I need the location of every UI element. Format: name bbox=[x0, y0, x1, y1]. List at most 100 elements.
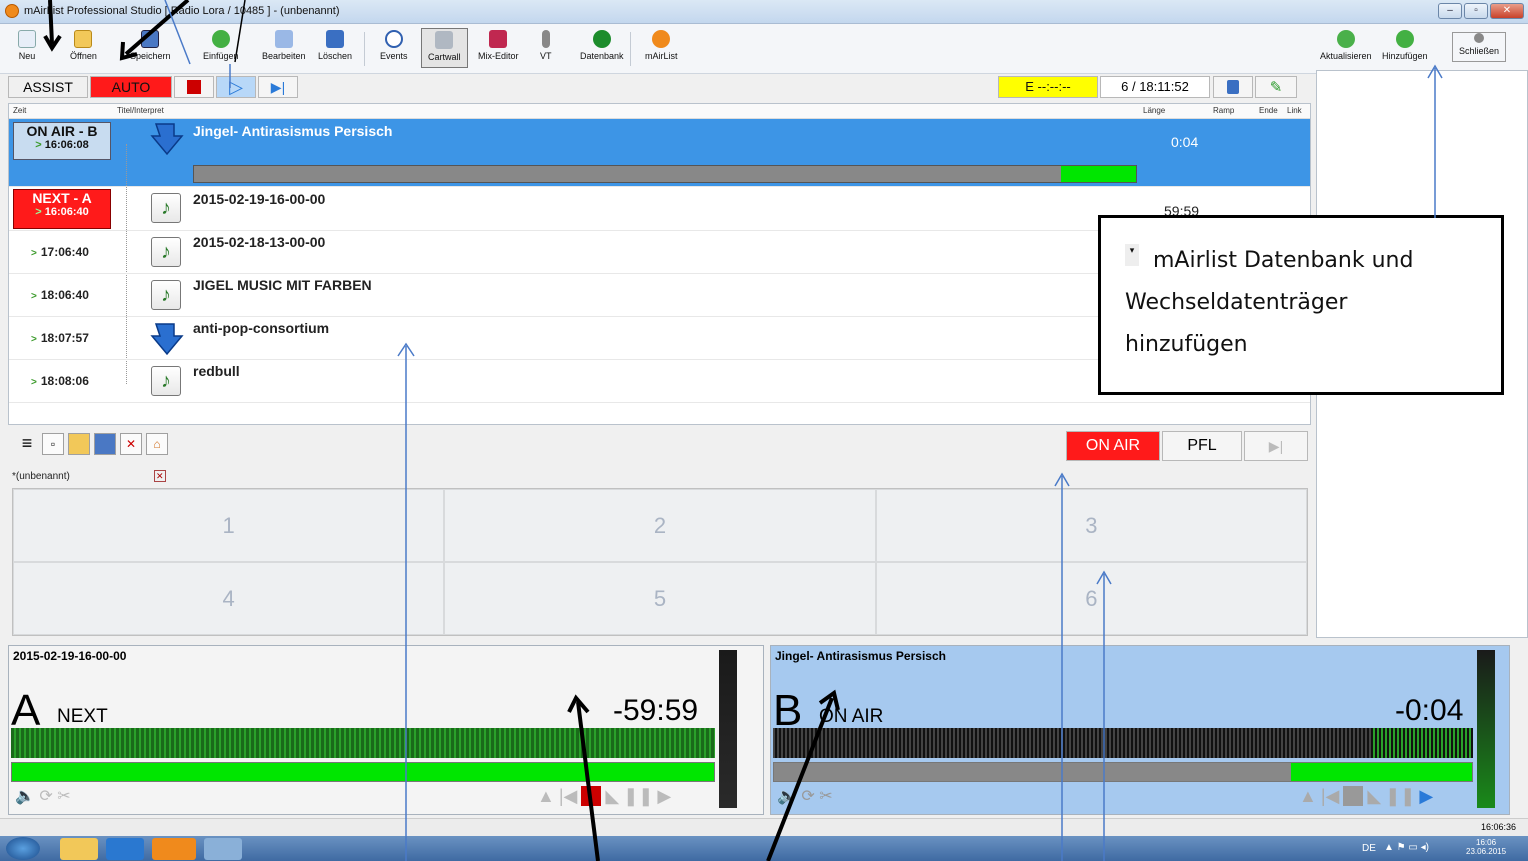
skip-next-icon: ▶| bbox=[1268, 438, 1284, 454]
player-b-left-controls[interactable]: 🔈 ⟳ ✂ bbox=[777, 786, 833, 806]
open-button[interactable]: Öffnen bbox=[70, 30, 97, 61]
delete-button[interactable]: Löschen bbox=[318, 30, 352, 61]
pfl-button[interactable]: PFL bbox=[1162, 431, 1242, 461]
play-button[interactable]: ▷ bbox=[216, 76, 256, 98]
music-note-icon: ♪ bbox=[151, 366, 181, 396]
mix-editor-button[interactable]: Mix-Editor bbox=[478, 30, 519, 61]
minimize-button[interactable]: – bbox=[1438, 3, 1462, 19]
cart-slot[interactable]: 1 bbox=[13, 489, 445, 562]
player-a-remaining: -59:59 bbox=[613, 694, 699, 727]
player-a-left-controls[interactable]: 🔈 ⟳ ✂ bbox=[15, 786, 71, 806]
stop-icon bbox=[1343, 786, 1364, 806]
language-indicator[interactable]: DE bbox=[1362, 843, 1376, 854]
add-source-button[interactable]: Hinzufügen bbox=[1382, 30, 1428, 61]
paint-taskbar-icon[interactable] bbox=[204, 838, 242, 860]
pause-icon: ❚❚ bbox=[623, 786, 654, 806]
player-b-progress[interactable] bbox=[773, 762, 1473, 782]
player-a-vu-meter bbox=[719, 650, 737, 808]
insert-button[interactable]: Einfügen bbox=[203, 30, 239, 61]
menu-icon[interactable]: ≡ bbox=[16, 433, 38, 455]
close-cartwall-button[interactable]: ✕ bbox=[120, 433, 142, 455]
pause-icon: ❚❚ bbox=[1385, 786, 1416, 806]
window-title: mAirList Professional Studio [ Radio Lor… bbox=[24, 5, 340, 17]
jingle-arrow-icon bbox=[150, 323, 184, 356]
plus-icon bbox=[1395, 30, 1414, 48]
mairlist-menu-button[interactable]: mAirList bbox=[645, 30, 678, 61]
skip-next-icon: ▶| bbox=[270, 79, 286, 95]
count-time-display: 6 / 18:11:52 bbox=[1100, 76, 1210, 98]
events-button[interactable]: Events bbox=[380, 30, 408, 61]
music-note-icon: ♪ bbox=[151, 193, 181, 223]
vt-button[interactable]: VT bbox=[540, 30, 552, 61]
refresh-button[interactable]: Aktualisieren bbox=[1320, 30, 1372, 61]
mairlist-taskbar-icon[interactable] bbox=[152, 838, 196, 860]
player-a-transport[interactable]: ▲ |◀ ◣ ❚❚ ▶ bbox=[537, 786, 671, 807]
cartwall-skip-button[interactable]: ▶| bbox=[1244, 431, 1308, 461]
playlist-row-onair[interactable]: ON AIR - B > 16:06:08 Jingel- Antirasism… bbox=[9, 119, 1310, 187]
tray-icons[interactable]: ▲ ⚑ ▭ ◂) bbox=[1384, 842, 1429, 853]
next-title: 2015-02-19-16-00-00 bbox=[193, 191, 326, 207]
edit-button[interactable]: Bearbeiten bbox=[262, 30, 306, 61]
save-button[interactable]: Speichern bbox=[130, 30, 171, 61]
refresh-icon bbox=[1336, 30, 1355, 48]
new-cartwall-button[interactable]: ▫ bbox=[42, 433, 64, 455]
status-bar: 16:06:36 bbox=[0, 818, 1528, 836]
new-button[interactable]: Neu bbox=[18, 30, 36, 61]
stop-icon bbox=[187, 80, 201, 94]
database-button[interactable]: Datenbank bbox=[580, 30, 624, 61]
mix-icon bbox=[489, 30, 508, 48]
player-a-progress[interactable] bbox=[11, 762, 715, 782]
title-bar: mAirList Professional Studio [ Radio Lor… bbox=[0, 0, 1528, 24]
cartwall-settings-button[interactable]: ⌂ bbox=[146, 433, 168, 455]
status-clock: 16:06:36 bbox=[1480, 822, 1516, 832]
play-icon: ▶ bbox=[1419, 786, 1434, 806]
pencil-button[interactable]: ✎ bbox=[1255, 76, 1297, 98]
cart-slot[interactable]: 4 bbox=[13, 562, 445, 635]
folder-icon bbox=[74, 30, 93, 48]
mairlist-app-icon bbox=[5, 4, 19, 18]
cart-slot[interactable]: 2 bbox=[444, 489, 876, 562]
plus-icon bbox=[211, 30, 230, 48]
player-a-waveform[interactable] bbox=[11, 728, 715, 758]
cartwall-onair-button[interactable]: ON AIR bbox=[1066, 431, 1160, 461]
assist-button[interactable]: ASSIST bbox=[8, 76, 88, 98]
close-panel-button[interactable]: Schließen bbox=[1452, 32, 1507, 62]
open-cartwall-button[interactable] bbox=[68, 433, 90, 455]
cart-slot[interactable]: 3 bbox=[875, 489, 1307, 562]
cart-slot[interactable]: 5 bbox=[444, 562, 876, 635]
stop-button[interactable] bbox=[174, 76, 214, 98]
cartwall-button[interactable]: Cartwall bbox=[421, 28, 468, 68]
music-note-icon: ♪ bbox=[151, 237, 181, 267]
settings-icon: ⌂ bbox=[153, 437, 161, 451]
maximize-button[interactable]: ▫ bbox=[1464, 3, 1488, 19]
player-b-waveform[interactable] bbox=[773, 728, 1473, 758]
cartwall-icon bbox=[435, 31, 454, 49]
fade-icon: ◣ bbox=[605, 786, 620, 806]
trash-button[interactable] bbox=[1213, 76, 1253, 98]
play-icon: ▷ bbox=[229, 77, 243, 97]
auto-button[interactable]: AUTO bbox=[90, 76, 172, 98]
cart-slot[interactable]: 6 bbox=[875, 562, 1307, 635]
save-cartwall-button[interactable] bbox=[94, 433, 116, 455]
database-icon bbox=[592, 30, 611, 48]
eject-icon: ▲ bbox=[537, 786, 555, 806]
skip-next-button[interactable]: ▶| bbox=[258, 76, 298, 98]
player-b-transport[interactable]: ▲ |◀ ◣ ❚❚ ▶ bbox=[1299, 786, 1433, 807]
onair-progress-fill bbox=[1060, 166, 1136, 182]
player-b: Jingel- Antirasismus Persisch B ON AIR -… bbox=[770, 645, 1510, 815]
dropdown-arrow-icon: ▾ bbox=[1125, 244, 1139, 266]
cartwall-tab[interactable]: *(unbenannt) ✕ bbox=[12, 470, 166, 482]
main-toolbar: Neu Öffnen Speichern Einfügen Bearbeiten… bbox=[0, 24, 1528, 74]
explorer-taskbar-icon[interactable] bbox=[60, 838, 98, 860]
taskbar-clock[interactable]: 16:06 23.06.2015 bbox=[1466, 838, 1506, 856]
cartwall-grid: 1 2 3 4 5 6 bbox=[12, 488, 1308, 636]
pencil-icon: ✎ bbox=[1269, 79, 1283, 96]
player-b-remaining: -0:04 bbox=[1395, 694, 1464, 727]
onair-duration: 0:04 bbox=[1171, 134, 1199, 150]
microphone-icon bbox=[541, 30, 550, 48]
close-window-button[interactable]: ✕ bbox=[1490, 3, 1524, 19]
close-tab-icon[interactable]: ✕ bbox=[153, 470, 166, 482]
teamviewer-taskbar-icon[interactable] bbox=[106, 838, 144, 860]
edit-icon bbox=[274, 30, 293, 48]
start-button[interactable] bbox=[6, 837, 40, 860]
